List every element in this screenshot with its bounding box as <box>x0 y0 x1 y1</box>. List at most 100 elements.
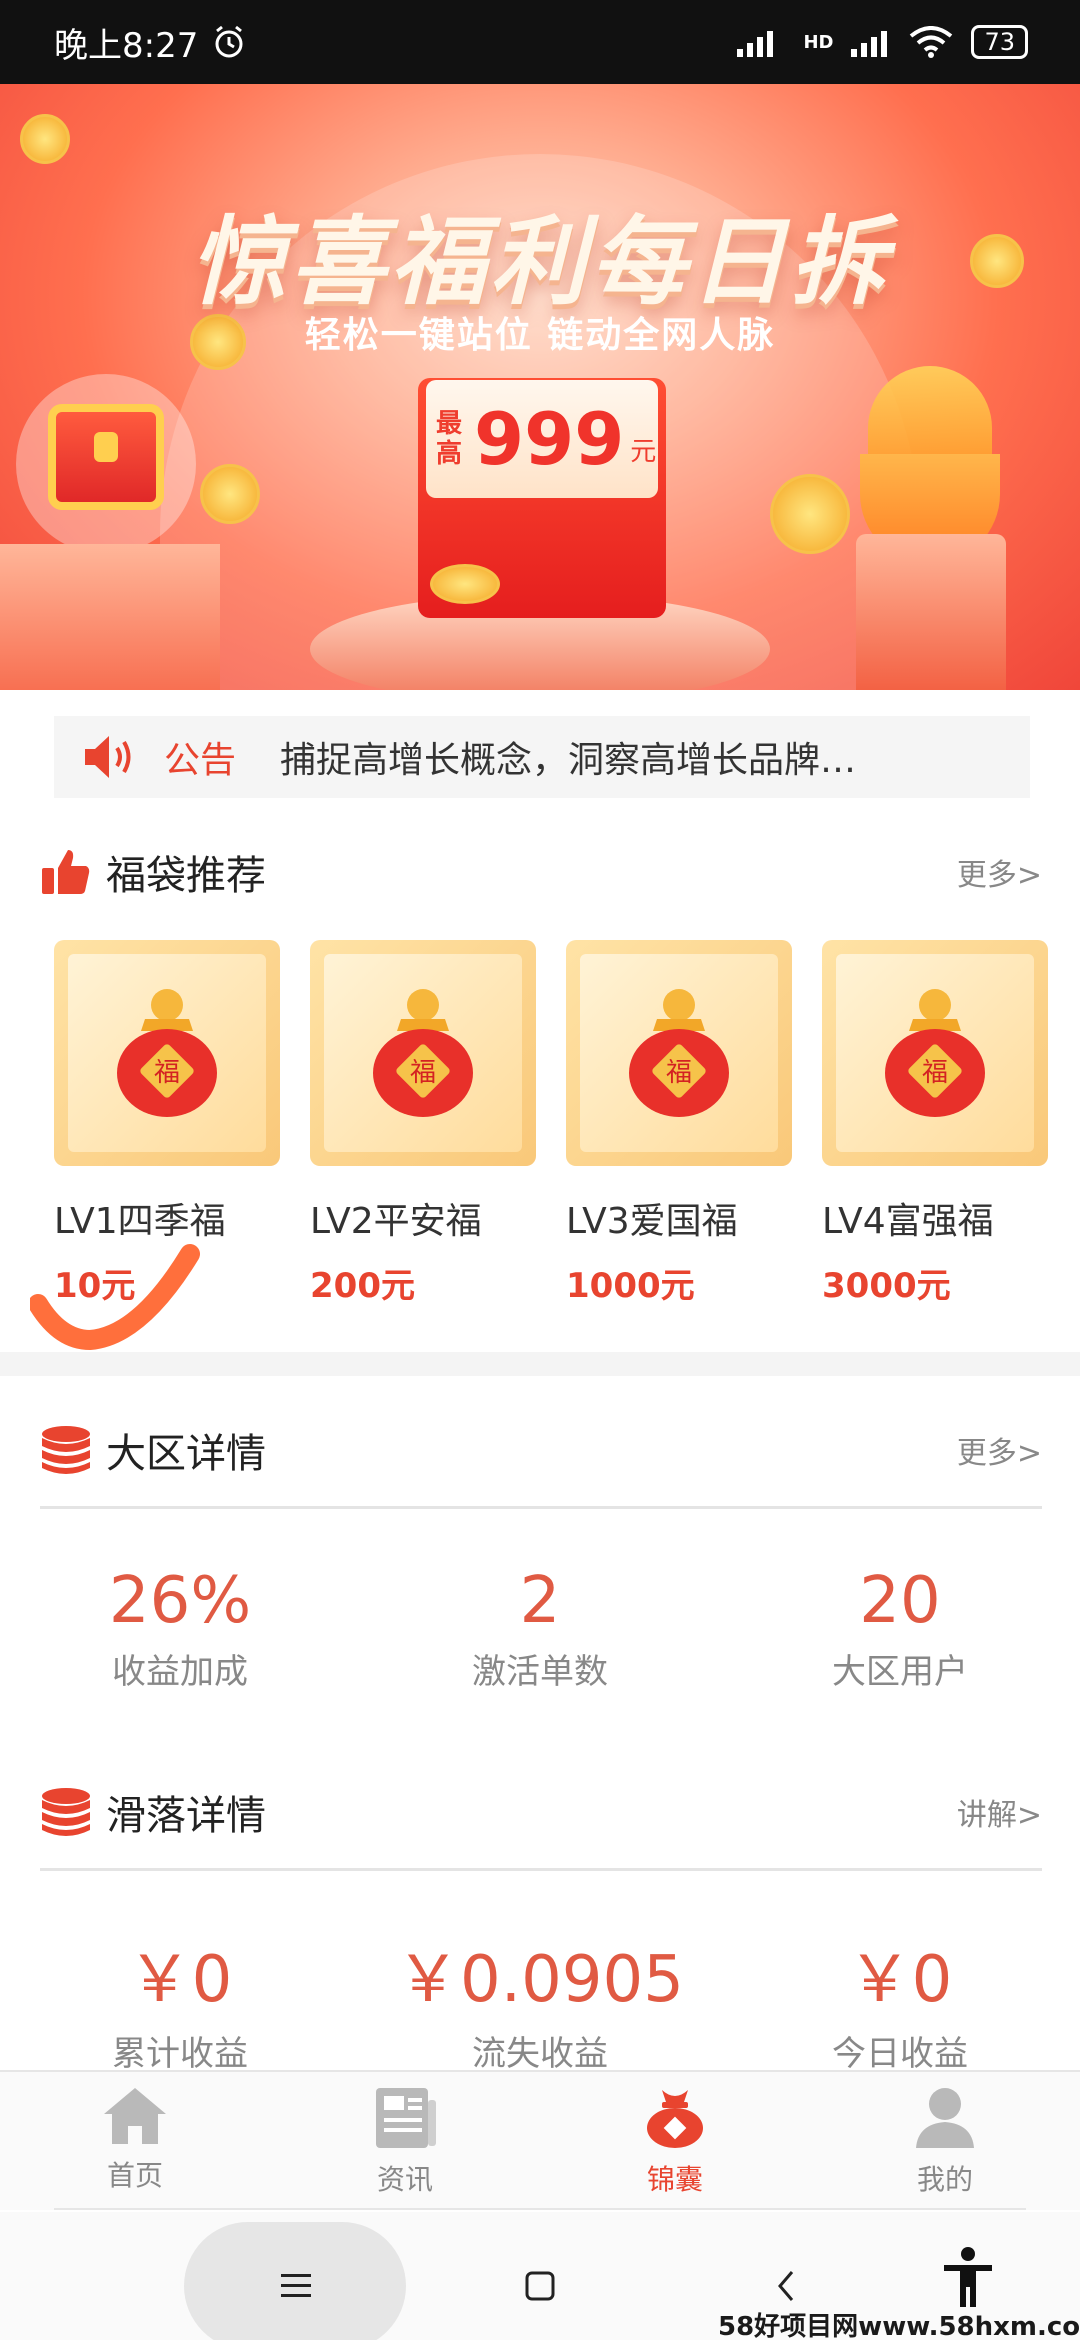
alarm-icon <box>215 25 243 58</box>
region-title: 大区详情 <box>106 1431 266 1477</box>
nav-home[interactable]: 首页 <box>0 2072 270 2210</box>
svg-text:福: 福 <box>410 1058 436 1088</box>
lucky-bag-name: LV3爱国福 <box>566 1201 738 1242</box>
lucky-bag-icon <box>647 2090 703 2148</box>
stat-label: 今日收益 <box>832 2034 968 2074</box>
lucky-bag-icon: 福 <box>885 989 985 1117</box>
region-more-link[interactable]: 更多> <box>957 1428 1042 1472</box>
lucky-bag-card[interactable]: 福 LV2平安福 200元 <box>310 940 536 1310</box>
svg-text:福: 福 <box>666 1058 692 1088</box>
card-unit: 元 <box>630 436 657 467</box>
home-icon <box>104 2088 166 2144</box>
decor-box-left <box>0 544 220 690</box>
region-divider <box>40 1506 1042 1509</box>
stat-value: ￥0.0905 <box>396 1943 684 2017</box>
coin-icon <box>20 114 70 164</box>
svg-text:福: 福 <box>154 1058 180 1088</box>
nav-label: 我的 <box>916 2163 973 2196</box>
accessibility-icon[interactable] <box>938 2247 998 2308</box>
stat-value: 2 <box>519 1564 561 1638</box>
lucky-bag-icon: 福 <box>117 989 217 1117</box>
stat-total-earnings: ￥0 累计收益 <box>0 1928 360 2075</box>
nav-lucky-bag[interactable]: 锦囊 <box>540 2072 810 2210</box>
lucky-bag-price: 1000元 <box>566 1266 695 1306</box>
site-watermark: 58好项目网www.58hxm.com <box>718 2312 1080 2340</box>
lucky-bag-image: 福 <box>822 940 1048 1166</box>
announcement-label: 公告 <box>164 740 237 781</box>
network-type: HD <box>803 31 834 53</box>
announcement-bar[interactable]: 公告 捕捉高增长概念，洞察高增长品牌… <box>54 716 1030 798</box>
status-time: 晚上8:27 <box>54 25 199 66</box>
slide-divider <box>40 1868 1042 1871</box>
card-prefix: 最高 <box>436 409 463 469</box>
recommend-more-link[interactable]: 更多> <box>957 850 1042 894</box>
slide-stats: ￥0 累计收益 ￥0.0905 流失收益 ￥0 今日收益 <box>0 1928 1080 2075</box>
stat-value: ￥0 <box>127 1943 233 2017</box>
database-icon <box>42 1426 90 1474</box>
coin-icon <box>770 474 850 554</box>
check-mark-annotation <box>30 1244 200 1351</box>
slide-header: 滑落详情 讲解> <box>40 1782 1042 1842</box>
signal-icon-2 <box>851 31 888 57</box>
stat-today-earnings: ￥0 今日收益 <box>720 1928 1080 2075</box>
wifi-icon <box>910 26 953 58</box>
stat-value: ￥0 <box>847 1943 953 2017</box>
lucky-bag-name: LV4富强福 <box>822 1201 994 1242</box>
news-icon <box>376 2088 436 2148</box>
bottom-nav: 首页 资讯 锦囊 我的 <box>0 2070 1080 2210</box>
stat-value: 20 <box>859 1564 941 1638</box>
banner-title: 惊喜福利每日拆 <box>190 206 890 318</box>
lucky-bag-name: LV2平安福 <box>310 1201 482 1242</box>
slide-title: 滑落详情 <box>106 1793 266 1839</box>
profile-icon <box>916 2088 974 2148</box>
announcement-text: 捕捉高增长概念，洞察高增长品牌… <box>280 740 857 781</box>
recommend-title: 福袋推荐 <box>106 853 266 899</box>
thumbs-up-icon <box>42 850 90 894</box>
lucky-bag-image: 福 <box>566 940 792 1166</box>
stat-bonus: 26% 收益加成 <box>0 1564 360 1693</box>
lucky-bag-card[interactable]: 福 LV3爱国福 1000元 <box>566 940 792 1310</box>
region-stats: 26% 收益加成 2 激活单数 20 大区用户 <box>0 1564 1080 1693</box>
stat-label: 累计收益 <box>112 2034 248 2074</box>
nav-separator <box>54 2208 1026 2210</box>
stat-value: 26% <box>108 1564 252 1638</box>
stat-label: 激活单数 <box>472 1652 608 1692</box>
nav-label: 首页 <box>106 2159 163 2192</box>
recommend-header: 福袋推荐 更多> <box>40 842 1042 902</box>
stat-label: 大区用户 <box>832 1652 968 1692</box>
menu-icon[interactable] <box>266 2256 326 2316</box>
signal-icon <box>737 31 774 57</box>
battery-indicator: 73 <box>971 25 1028 59</box>
lucky-bag-price: 200元 <box>310 1266 415 1306</box>
coin-stack-icon <box>430 564 500 604</box>
stat-activated-orders: 2 激活单数 <box>360 1564 720 1693</box>
stat-lost-earnings: ￥0.0905 流失收益 <box>360 1928 720 2075</box>
status-bar: 晚上8:27 HD 73 <box>0 0 1080 84</box>
database-icon <box>42 1788 90 1836</box>
section-gap <box>0 1352 1080 1376</box>
nav-label: 锦囊 <box>646 2163 703 2196</box>
lucky-bag-card[interactable]: 福 LV4富强福 3000元 <box>822 940 1048 1310</box>
treasure-chest-icon <box>48 404 164 510</box>
slide-explain-link[interactable]: 讲解> <box>957 1790 1042 1834</box>
status-left: 晚上8:27 <box>54 18 246 67</box>
banner-subtitle: 轻松一键站位 链动全网人脉 <box>304 315 776 356</box>
stat-label: 收益加成 <box>112 1652 248 1692</box>
decor-box-right <box>856 534 1006 690</box>
region-header: 大区详情 更多> <box>40 1420 1042 1480</box>
promo-banner[interactable]: 最高 999 元 惊喜福利每日拆 轻松一键站位 链动全网人脉 <box>0 84 1080 690</box>
speaker-icon <box>54 732 164 782</box>
nav-label: 资讯 <box>376 2163 433 2196</box>
lucky-bag-image: 福 <box>310 940 536 1166</box>
nav-profile[interactable]: 我的 <box>810 2072 1080 2210</box>
lucky-bag-price: 3000元 <box>822 1266 951 1306</box>
gold-ball-top <box>868 366 992 466</box>
max-amount-card: 最高 999 元 <box>426 380 658 498</box>
home-square-icon[interactable] <box>510 2256 570 2316</box>
lucky-bag-name: LV1四季福 <box>54 1201 226 1242</box>
lucky-bag-image: 福 <box>54 940 280 1166</box>
nav-news[interactable]: 资讯 <box>270 2072 540 2210</box>
status-right: HD 73 <box>737 25 1028 59</box>
coin-icon <box>200 464 260 524</box>
stat-label: 流失收益 <box>472 2034 608 2074</box>
